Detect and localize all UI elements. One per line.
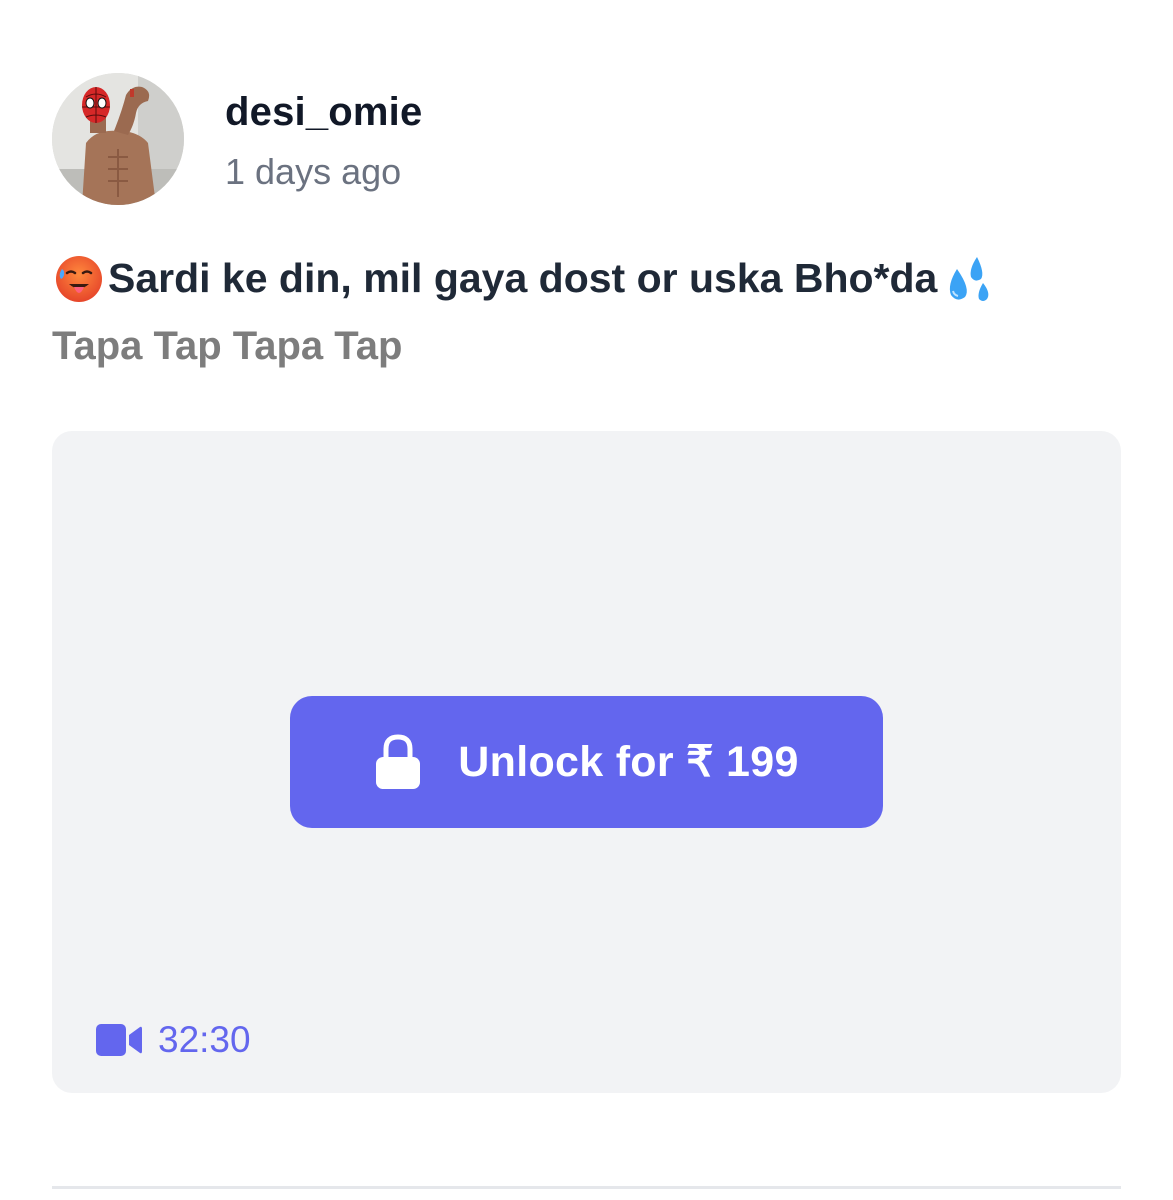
caption-text: Sardi ke din, mil gaya dost or uska Bho*…	[108, 255, 938, 301]
post-divider	[52, 1186, 1121, 1189]
avatar-photo-icon	[52, 73, 184, 205]
author-username[interactable]: desi_omie	[225, 88, 422, 136]
unlock-button[interactable]: Unlock for ₹ 199	[290, 696, 883, 828]
video-camera-icon	[96, 1024, 142, 1056]
lock-icon	[376, 734, 421, 789]
video-duration: 32:30	[96, 1019, 251, 1061]
locked-media-card: Unlock for ₹ 199 32:30	[52, 431, 1121, 1093]
avatar[interactable]	[52, 73, 184, 205]
unlock-label: Unlock for ₹ 199	[458, 738, 799, 786]
post-timestamp: 1 days ago	[225, 151, 402, 192]
hot-face-emoji-icon	[56, 256, 102, 302]
duration-text: 32:30	[158, 1019, 251, 1060]
post-card: desi_omie 1 days ago Sardi ke din, mil g…	[0, 0, 1173, 1200]
post-subtitle: Tapa Tap Tapa Tap	[52, 324, 403, 368]
sweat-droplets-emoji-icon	[950, 257, 989, 301]
post-caption: Sardi ke din, mil gaya dost or uska Bho*…	[52, 250, 993, 306]
